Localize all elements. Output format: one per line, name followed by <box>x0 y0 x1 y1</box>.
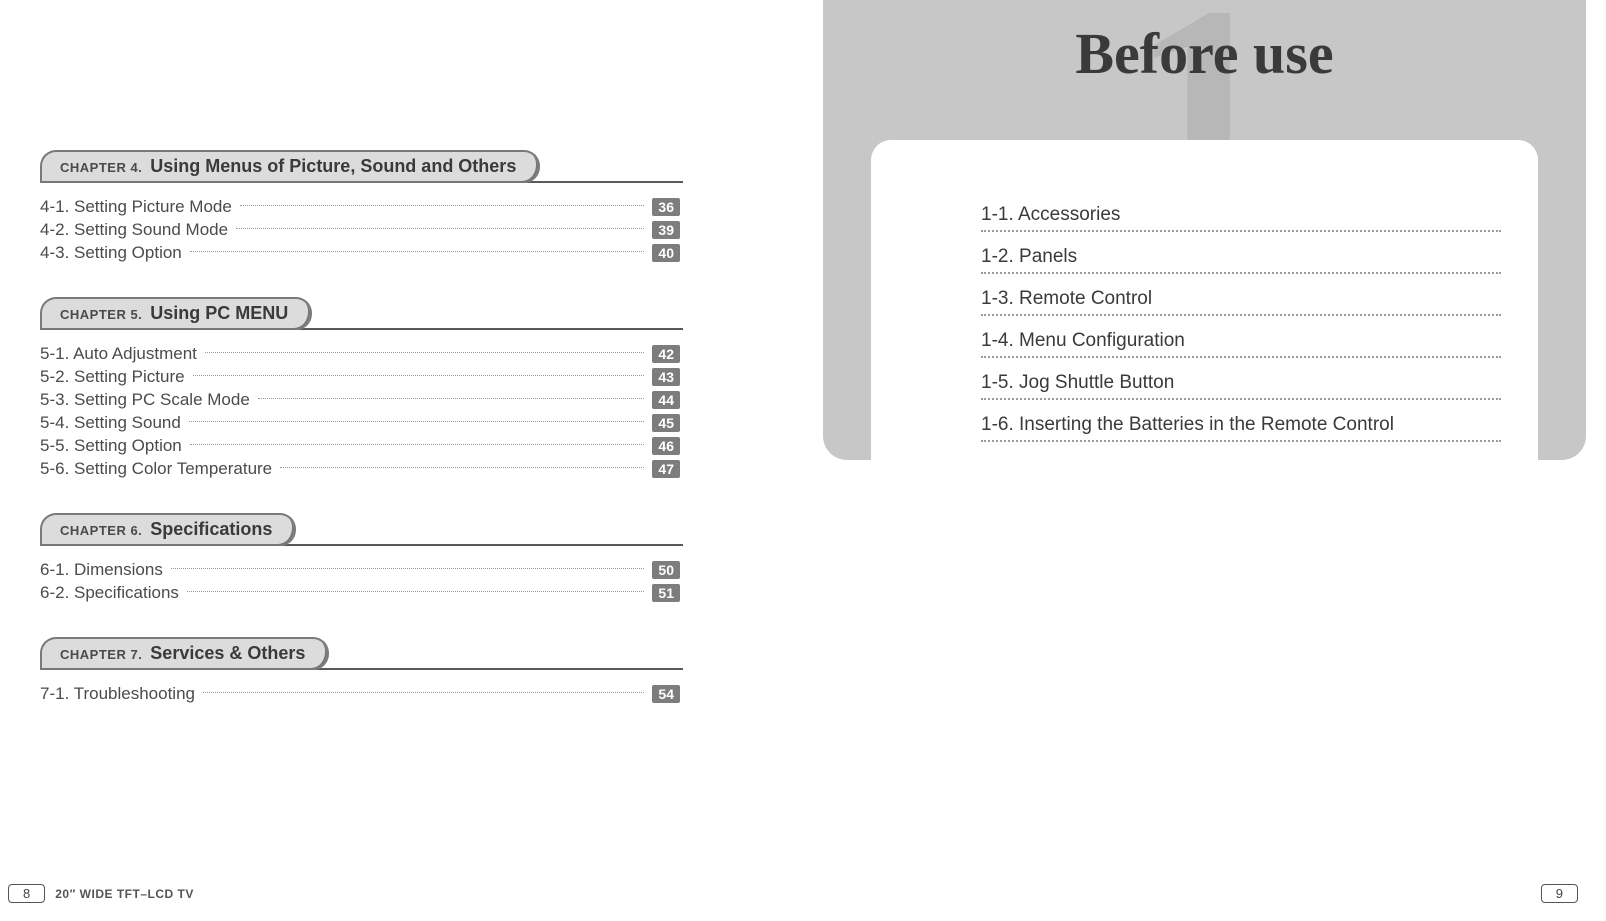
toc-row: 5-6. Setting Color Temperature 47 <box>40 459 680 479</box>
dot-leader <box>190 251 645 252</box>
chapter-tab: CHAPTER 5. Using PC MENU <box>40 297 312 330</box>
chapter-label: CHAPTER 4. <box>60 160 142 175</box>
chapter-banner-title: Before use <box>823 20 1586 87</box>
dot-leader <box>190 444 645 445</box>
page-chip: 43 <box>652 368 680 386</box>
dot-leader <box>280 467 644 468</box>
chapter-tab: CHAPTER 7. Services & Others <box>40 637 329 670</box>
toc-label: 5-6. Setting Color Temperature <box>40 459 272 479</box>
toc-label: 7-1. Troubleshooting <box>40 684 195 704</box>
chapter-card: 1-1. Accessories 1-2. Panels 1-3. Remote… <box>871 140 1538 460</box>
page-chip: 39 <box>652 221 680 239</box>
toc-label: 4-3. Setting Option <box>40 243 182 263</box>
section-item: 1-1. Accessories <box>981 190 1501 232</box>
toc-row: 4-1. Setting Picture Mode 36 <box>40 197 680 217</box>
toc-row: 7-1. Troubleshooting 54 <box>40 684 680 704</box>
right-page: 1 Before use 1-1. Accessories 1-2. Panel… <box>803 0 1606 921</box>
toc-row: 4-2. Setting Sound Mode 39 <box>40 220 680 240</box>
chapter-title: Services & Others <box>150 643 305 664</box>
toc-label: 5-4. Setting Sound <box>40 413 181 433</box>
chapter-tab: CHAPTER 6. Specifications <box>40 513 296 546</box>
dot-leader <box>187 591 645 592</box>
chapter-banner: 1 Before use 1-1. Accessories 1-2. Panel… <box>823 0 1586 460</box>
section-item: 1-4. Menu Configuration <box>981 316 1501 358</box>
toc-label: 6-1. Dimensions <box>40 560 163 580</box>
chapter-label: CHAPTER 7. <box>60 647 142 662</box>
dot-leader <box>203 692 644 693</box>
two-page-spread: CHAPTER 4. Using Menus of Picture, Sound… <box>0 0 1606 921</box>
left-page: CHAPTER 4. Using Menus of Picture, Sound… <box>0 0 803 921</box>
section-item: 1-3. Remote Control <box>981 274 1501 316</box>
dot-leader <box>258 398 645 399</box>
toc-list: 7-1. Troubleshooting 54 <box>40 684 683 704</box>
toc-label: 4-2. Setting Sound Mode <box>40 220 228 240</box>
footer-text: 20″ WIDE TFT–LCD TV <box>55 887 194 901</box>
toc-row: 6-2. Specifications 51 <box>40 583 680 603</box>
toc-label: 5-1. Auto Adjustment <box>40 344 197 364</box>
toc-label: 5-3. Setting PC Scale Mode <box>40 390 250 410</box>
toc-row: 5-2. Setting Picture 43 <box>40 367 680 387</box>
dot-leader <box>189 421 645 422</box>
chapter-title: Using Menus of Picture, Sound and Others <box>150 156 516 177</box>
chapter-title: Specifications <box>150 519 272 540</box>
page-chip: 36 <box>652 198 680 216</box>
dot-leader <box>193 375 645 376</box>
page-chip: 54 <box>652 685 680 703</box>
toc-label: 5-5. Setting Option <box>40 436 182 456</box>
page-chip: 40 <box>652 244 680 262</box>
toc-row: 4-3. Setting Option 40 <box>40 243 680 263</box>
toc-label: 5-2. Setting Picture <box>40 367 185 387</box>
toc-row: 5-1. Auto Adjustment 42 <box>40 344 680 364</box>
page-chip: 47 <box>652 460 680 478</box>
section-item: 1-6. Inserting the Batteries in the Remo… <box>981 400 1501 442</box>
toc-list: 4-1. Setting Picture Mode 36 4-2. Settin… <box>40 197 683 263</box>
dot-leader <box>205 352 645 353</box>
page-number: 9 <box>1541 884 1578 903</box>
page-chip: 46 <box>652 437 680 455</box>
dot-leader <box>236 228 644 229</box>
page-chip: 50 <box>652 561 680 579</box>
toc-list: 6-1. Dimensions 50 6-2. Specifications 5… <box>40 560 683 603</box>
chapter-title: Using PC MENU <box>150 303 288 324</box>
page-chip: 44 <box>652 391 680 409</box>
toc-row: 5-3. Setting PC Scale Mode 44 <box>40 390 680 410</box>
toc-row: 5-4. Setting Sound 45 <box>40 413 680 433</box>
toc-label: 6-2. Specifications <box>40 583 179 603</box>
toc-row: 5-5. Setting Option 46 <box>40 436 680 456</box>
dot-leader <box>240 205 645 206</box>
footer-right: 9 <box>1541 885 1578 903</box>
dot-leader <box>171 568 645 569</box>
page-chip: 45 <box>652 414 680 432</box>
chapter-label: CHAPTER 5. <box>60 307 142 322</box>
page-number: 8 <box>8 884 45 903</box>
chapter-label: CHAPTER 6. <box>60 523 142 538</box>
toc-row: 6-1. Dimensions 50 <box>40 560 680 580</box>
toc-label: 4-1. Setting Picture Mode <box>40 197 232 217</box>
page-chip: 42 <box>652 345 680 363</box>
chapter-tab: CHAPTER 4. Using Menus of Picture, Sound… <box>40 150 540 183</box>
page-chip: 51 <box>652 584 680 602</box>
section-item: 1-2. Panels <box>981 232 1501 274</box>
toc-list: 5-1. Auto Adjustment 42 5-2. Setting Pic… <box>40 344 683 479</box>
section-item: 1-5. Jog Shuttle Button <box>981 358 1501 400</box>
footer-left: 8 20″ WIDE TFT–LCD TV <box>8 884 194 903</box>
